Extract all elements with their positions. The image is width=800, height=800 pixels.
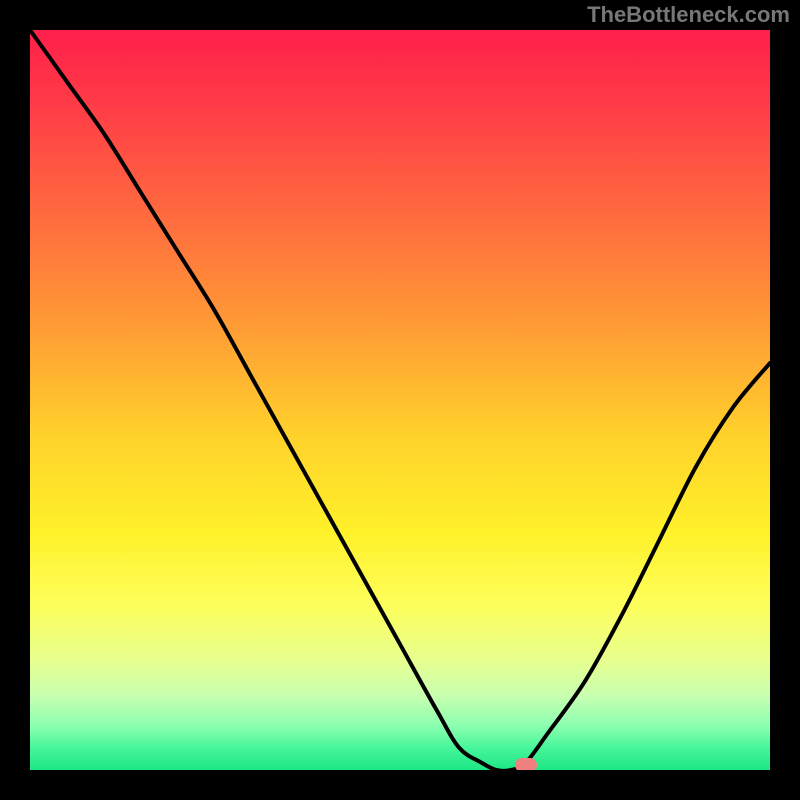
chart-frame: TheBottleneck.com — [0, 0, 800, 800]
plot-area — [30, 30, 770, 770]
optimal-marker — [515, 758, 537, 770]
gradient-background — [30, 30, 770, 770]
watermark-text: TheBottleneck.com — [587, 2, 790, 28]
